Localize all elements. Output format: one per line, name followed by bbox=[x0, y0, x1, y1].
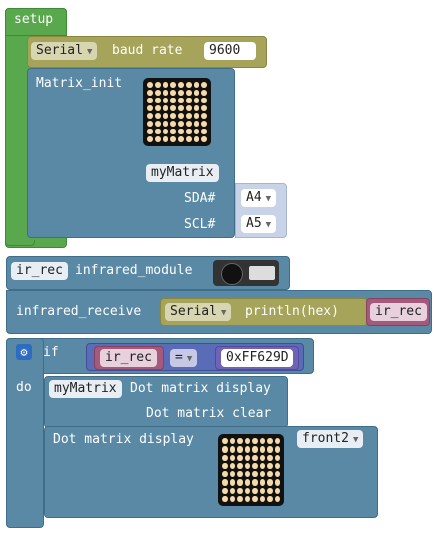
font-value: front2 bbox=[302, 431, 349, 446]
matrix-init-label: Matrix_init bbox=[36, 76, 123, 91]
if-label: if bbox=[43, 345, 59, 360]
println-serial-label: Serial bbox=[170, 304, 217, 319]
chevron-down-icon: ▼ bbox=[86, 47, 93, 57]
dot-matrix-image bbox=[143, 78, 211, 146]
dot-matrix-clear-label: Dot matrix clear bbox=[146, 406, 272, 421]
baud-rate-label: baud rate bbox=[112, 43, 183, 58]
chevron-down-icon: ▼ bbox=[265, 194, 272, 204]
matrix-target-field[interactable]: myMatrix bbox=[49, 380, 122, 398]
setup-label: setup bbox=[14, 12, 54, 27]
gear-icon[interactable]: ⚙ bbox=[16, 344, 32, 360]
matrix-name-field[interactable]: myMatrix bbox=[146, 164, 219, 182]
sda-value: A4 bbox=[246, 190, 262, 205]
chevron-down-icon: ▼ bbox=[352, 435, 359, 445]
loop-rail bbox=[5, 240, 35, 246]
sda-label: SDA# bbox=[184, 191, 216, 206]
scl-label: SCL# bbox=[184, 217, 216, 232]
compare-value-field[interactable]: 0xFF629D bbox=[221, 349, 293, 367]
dot-matrix-display-font-label: Dot matrix display bbox=[53, 432, 194, 447]
baud-rate-input[interactable]: 9600 bbox=[204, 42, 256, 60]
dot-matrix-preview-image bbox=[218, 434, 284, 506]
chevron-down-icon: ▼ bbox=[220, 308, 227, 318]
ir-sensor-image bbox=[213, 260, 279, 286]
scl-dropdown[interactable]: A5 ▼ bbox=[241, 215, 277, 233]
chevron-down-icon: ▼ bbox=[186, 354, 193, 364]
scl-value: A5 bbox=[246, 216, 262, 231]
sda-dropdown[interactable]: A4 ▼ bbox=[241, 189, 277, 207]
println-serial-dropdown[interactable]: Serial ▼ bbox=[165, 303, 232, 321]
if-block-body bbox=[6, 338, 44, 528]
infrared-receive-label: infrared_receive bbox=[16, 304, 142, 319]
serial-dropdown[interactable]: Serial ▼ bbox=[31, 42, 98, 60]
chevron-down-icon: ▼ bbox=[265, 220, 272, 230]
ir-var-field[interactable]: ir_rec bbox=[11, 262, 68, 280]
compare-var-field[interactable]: ir_rec bbox=[100, 349, 157, 367]
operator-value: = bbox=[175, 350, 183, 365]
println-arg-field[interactable]: ir_rec bbox=[370, 303, 427, 321]
serial-dropdown-label: Serial bbox=[36, 43, 83, 58]
font-dropdown[interactable]: front2 ▼ bbox=[297, 430, 364, 448]
println-label: println(hex) bbox=[245, 304, 339, 319]
do-label: do bbox=[16, 380, 32, 395]
dot-matrix-display-label: Dot matrix display bbox=[130, 381, 271, 396]
operator-dropdown[interactable]: = ▼ bbox=[170, 349, 198, 367]
infrared-module-label: infrared_module bbox=[75, 263, 193, 278]
